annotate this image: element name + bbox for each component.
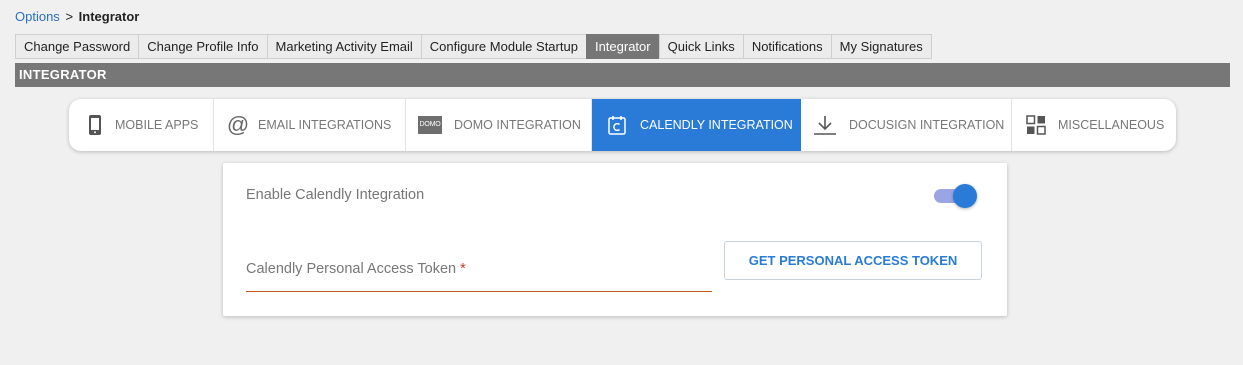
at-sign-icon: @ <box>226 112 250 137</box>
subtab-label: MOBILE APPS <box>115 118 199 132</box>
subtab-label: DOCUSIGN INTEGRATION <box>849 118 1005 132</box>
breadcrumb-options-link[interactable]: Options <box>15 9 60 24</box>
download-icon <box>813 115 837 135</box>
enable-calendly-toggle[interactable] <box>932 183 978 209</box>
subtab-label: DOMO INTEGRATION <box>454 118 581 132</box>
subtab-label: CALENDLY INTEGRATION <box>640 118 793 132</box>
get-personal-access-token-button[interactable]: GET PERSONAL ACCESS TOKEN <box>724 241 982 280</box>
calendly-icon <box>607 115 627 135</box>
tab-quick-links[interactable]: Quick Links <box>658 34 744 59</box>
subtab-domo-integration[interactable]: DOMO DOMO INTEGRATION <box>406 99 592 151</box>
enable-calendly-label: Enable Calendly Integration <box>246 187 425 203</box>
calendly-token-input[interactable]: Calendly Personal Access Token * <box>246 257 712 292</box>
breadcrumb: Options > Integrator <box>15 9 139 24</box>
tab-marketing-activity-email[interactable]: Marketing Activity Email <box>266 34 422 59</box>
token-field-label: Calendly Personal Access Token * <box>246 261 466 277</box>
subtab-docusign-integration[interactable]: DOCUSIGN INTEGRATION <box>801 99 1012 151</box>
calendly-settings-card: Enable Calendly Integration Calendly Per… <box>223 163 1007 316</box>
toggle-knob <box>953 184 977 208</box>
subtab-label: EMAIL INTEGRATIONS <box>258 118 392 132</box>
tab-my-signatures[interactable]: My Signatures <box>830 34 932 59</box>
tab-integrator[interactable]: Integrator <box>585 34 660 59</box>
mobile-phone-icon <box>85 115 105 135</box>
options-tabs: Change Password Change Profile Info Mark… <box>15 34 932 59</box>
subtab-calendly-integration[interactable]: CALENDLY INTEGRATION <box>592 99 801 151</box>
subtab-label: MISCELLANEOUS <box>1058 118 1165 132</box>
grid-icon <box>1026 115 1046 135</box>
subtab-miscellaneous[interactable]: MISCELLANEOUS <box>1012 99 1176 151</box>
subtab-email-integrations[interactable]: @ EMAIL INTEGRATIONS <box>214 99 406 151</box>
subtab-mobile-apps[interactable]: MOBILE APPS <box>69 99 214 151</box>
breadcrumb-current: Integrator <box>78 9 140 24</box>
domo-logo-icon: DOMO <box>418 115 442 135</box>
tab-notifications[interactable]: Notifications <box>742 34 832 59</box>
tab-change-password[interactable]: Change Password <box>15 34 140 59</box>
section-title: INTEGRATOR <box>15 63 1230 87</box>
breadcrumb-separator: > <box>65 9 74 24</box>
required-marker: * <box>460 261 466 277</box>
integration-tabs: MOBILE APPS @ EMAIL INTEGRATIONS DOMO DO… <box>69 99 1176 151</box>
tab-configure-module-startup[interactable]: Configure Module Startup <box>420 34 587 59</box>
tab-change-profile-info[interactable]: Change Profile Info <box>138 34 268 59</box>
